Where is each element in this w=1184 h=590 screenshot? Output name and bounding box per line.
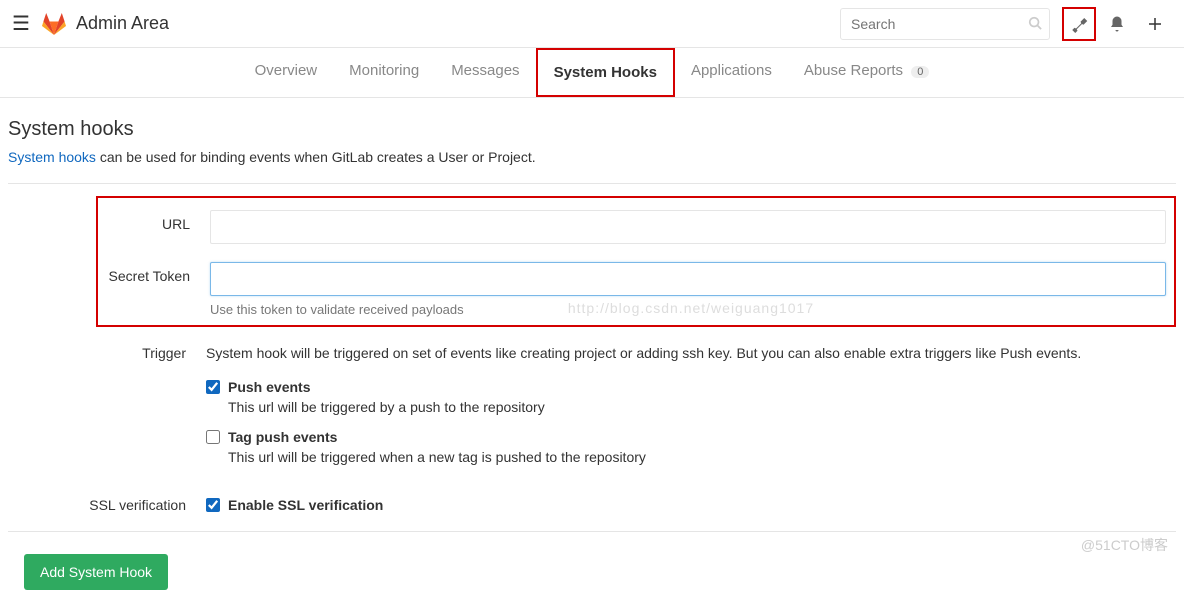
tab-applications[interactable]: Applications [675,48,788,97]
page-desc-text: can be used for binding events when GitL… [96,149,536,165]
page-title: System hooks [8,118,1176,141]
hamburger-menu-icon[interactable]: ☰ [12,11,30,36]
notifications-bell-icon[interactable] [1100,7,1134,41]
divider [8,183,1176,184]
tab-overview[interactable]: Overview [239,48,334,97]
secret-token-help: Use this token to validate received payl… [210,302,1166,317]
tab-system-hooks[interactable]: System Hooks [536,48,675,97]
add-system-hook-button[interactable]: Add System Hook [24,554,168,590]
ssl-verification-check-label: Enable SSL verification [228,497,383,513]
url-input[interactable] [210,210,1166,244]
search-input[interactable] [840,8,1050,40]
url-label: URL [100,210,210,232]
page-header-title: Admin Area [76,13,169,34]
divider-bottom [8,531,1176,532]
tab-monitoring[interactable]: Monitoring [333,48,435,97]
plus-icon[interactable] [1138,7,1172,41]
tag-push-events-desc: This url will be triggered when a new ta… [228,449,1176,465]
tab-abuse-reports[interactable]: Abuse Reports 0 [788,48,946,97]
ssl-verification-label: SSL verification [8,497,206,513]
push-events-label: Push events [228,379,310,395]
secret-token-input[interactable] [210,262,1166,296]
abuse-reports-badge: 0 [911,66,929,78]
hook-form-highlighted: URL Secret Token http://blog.csdn.net/we… [96,196,1176,327]
tab-abuse-reports-label: Abuse Reports [804,62,903,79]
tag-push-events-label: Tag push events [228,429,337,445]
admin-tabs: Overview Monitoring Messages System Hook… [0,48,1184,98]
trigger-label: Trigger [8,345,206,361]
ssl-verification-checkbox[interactable] [206,498,220,512]
trigger-description: System hook will be triggered on set of … [206,345,1176,361]
push-events-checkbox[interactable] [206,380,220,394]
tag-push-events-checkbox[interactable] [206,430,220,444]
topbar: ☰ Admin Area [0,0,1184,48]
tab-messages[interactable]: Messages [435,48,535,97]
system-hooks-link[interactable]: System hooks [8,149,96,165]
watermark-corner: @51CTO博客 [1081,535,1168,555]
secret-token-label: Secret Token [100,262,210,284]
push-events-desc: This url will be triggered by a push to … [228,399,1176,415]
page-description: System hooks can be used for binding eve… [8,149,1176,165]
admin-wrench-icon[interactable] [1062,7,1096,41]
gitlab-logo-icon[interactable] [42,12,66,36]
